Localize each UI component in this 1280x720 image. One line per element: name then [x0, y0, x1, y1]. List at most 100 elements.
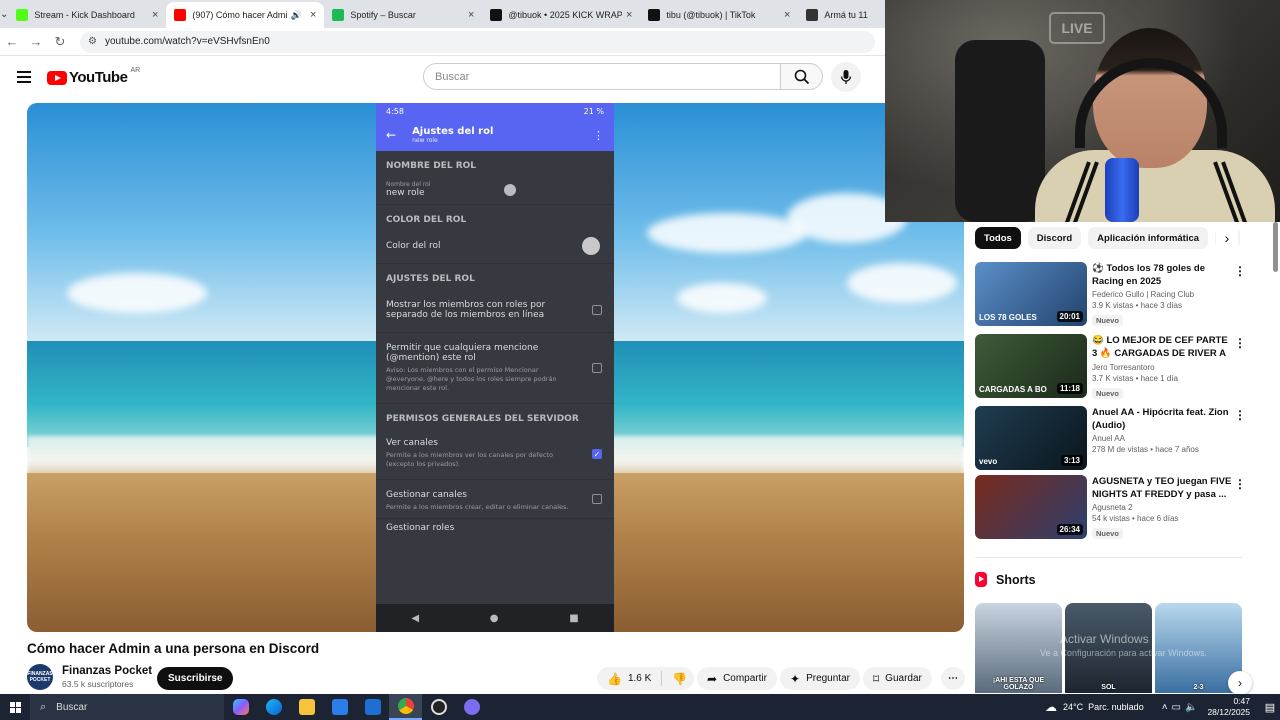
close-tab-icon[interactable]: ×: [152, 9, 158, 21]
channel-name[interactable]: Anuel AA: [1092, 434, 1232, 443]
voice-search-button[interactable]: [831, 62, 861, 92]
share-button[interactable]: ➦ Compartir: [697, 667, 777, 690]
recommended-video[interactable]: vevo 3:13 Anuel AA - Hipócrita feat. Zion …: [975, 406, 1246, 470]
live-sign: LIVE: [1049, 12, 1105, 44]
ask-button[interactable]: ✦ Preguntar: [780, 667, 860, 690]
more-options-icon[interactable]: ⋮: [1234, 408, 1246, 422]
like-icon[interactable]: 👍: [607, 672, 622, 686]
video-title[interactable]: AGUSNETA y TEO juegan FIVE NIGHTS AT FRE…: [1092, 475, 1232, 501]
back-icon[interactable]: ←: [0, 34, 24, 49]
phone-screen: 4:58 21 % ← Ajustes del rol new role ⋮ N…: [376, 103, 614, 632]
chevron-up-icon[interactable]: ˄: [1162, 702, 1168, 713]
video-duration: 11:18: [1056, 383, 1083, 394]
video-title[interactable]: ⚽ Todos los 78 goles de Racing en 2025: [1092, 262, 1232, 288]
recommended-video[interactable]: 26:34 AGUSNETA y TEO juegan FIVE NIGHTS A…: [975, 475, 1246, 539]
phone-nav-bar: ◀ ● ■: [376, 604, 614, 632]
video-title[interactable]: Anuel AA - Hipócrita feat. Zion (Audio): [1092, 406, 1232, 432]
filter-chip[interactable]: Discord: [1027, 227, 1082, 249]
browser-tab[interactable]: Stream - Kick Dashboard ×: [8, 2, 166, 28]
browser-tab[interactable]: (907) Cómo hacer Admin a🔊×: [166, 2, 325, 28]
like-dislike-group: 👍 1.6 K 👎: [597, 667, 694, 690]
short-caption: 2-3: [1193, 684, 1204, 691]
address-bar: ← → ↻ ⚙ youtube.com/watch?v=eVSHvfsnEn0: [0, 28, 885, 56]
video-stats: 3.7 K vistas • hace 1 día: [1092, 374, 1178, 383]
short-caption: SOL: [1101, 684, 1116, 691]
forward-icon[interactable]: →: [24, 34, 48, 49]
role-name-row: Nombre del rol new role: [376, 175, 614, 205]
channel-name[interactable]: Finanzas Pocket: [62, 665, 152, 677]
search-input[interactable]: Buscar: [423, 63, 781, 90]
search-button[interactable]: [781, 63, 823, 90]
soccer-ball-icon: [806, 9, 819, 21]
shorts-next-button[interactable]: ›: [1228, 671, 1252, 695]
chevron-right-icon[interactable]: ›: [1216, 227, 1238, 249]
taskbar-search[interactable]: ⌕ Buscar: [30, 694, 224, 720]
save-button[interactable]: ⌑ Guardar: [863, 667, 932, 690]
video-title[interactable]: 😂 LO MEJOR DE CEF PARTE 3 🔥 CARGADAS DE …: [1092, 334, 1232, 361]
url-field[interactable]: ⚙ youtube.com/watch?v=eVSHvfsnEn0: [80, 30, 875, 53]
taskbar-app-mail[interactable]: [356, 694, 389, 720]
bookmark-icon: ⌑: [873, 671, 880, 686]
channel-name[interactable]: Agusneta 2: [1092, 503, 1232, 512]
close-tab-icon[interactable]: ×: [468, 9, 474, 21]
channel-avatar[interactable]: FINANZAS POCKET: [27, 664, 53, 690]
video-thumbnail[interactable]: CARGADAS A BO 11:18: [975, 334, 1087, 398]
taskbar-app-store[interactable]: [323, 694, 356, 720]
browser-tab[interactable]: @tibuok • 2025 KICK WRAPPED×: [482, 2, 640, 28]
youtube-logo[interactable]: YouTube AR: [47, 67, 140, 86]
volume-icon[interactable]: 🔈: [1185, 702, 1197, 713]
taskbar-app-explorer[interactable]: [290, 694, 323, 720]
taskbar-app-discord[interactable]: [455, 694, 488, 720]
close-tab-icon[interactable]: ×: [626, 9, 632, 21]
start-button[interactable]: [0, 694, 30, 720]
close-tab-icon[interactable]: ×: [310, 9, 316, 21]
more-options-icon[interactable]: ⋮: [1234, 264, 1246, 278]
weather-icon[interactable]: ☁: [1045, 700, 1057, 714]
tab-search-icon[interactable]: ⌄: [0, 0, 8, 28]
video-thumbnail[interactable]: vevo 3:13: [975, 406, 1087, 470]
channel-name[interactable]: Federico Gullo | Racing Club: [1092, 290, 1232, 299]
notifications-icon[interactable]: ▤: [1260, 701, 1280, 714]
recommended-video[interactable]: CARGADAS A BO 11:18 😂 LO MEJOR DE CEF PART…: [975, 334, 1246, 399]
channel-info[interactable]: FINANZAS POCKET Finanzas Pocket 63.5 k s…: [27, 664, 152, 690]
more-actions-button[interactable]: ⋯: [941, 667, 965, 690]
color-swatch: [582, 237, 600, 255]
browser-tab[interactable]: tibu (@tibuok) | TikTok ×: [640, 2, 798, 28]
reload-icon[interactable]: ↻: [48, 34, 72, 50]
filter-chip[interactable]: Aplicación informática: [1088, 227, 1209, 249]
recommended-video[interactable]: LOS 78 GOLES 20:01 ⚽ Todos los 78 goles de…: [975, 262, 1246, 326]
nav-back-icon: ◀: [411, 612, 420, 624]
video-player[interactable]: 4:58 21 % ← Ajustes del rol new role ⋮ N…: [27, 103, 964, 632]
gaming-chair: [955, 40, 1045, 222]
close-tab-icon[interactable]: ×: [784, 9, 790, 21]
taskbar-app-edge[interactable]: [257, 694, 290, 720]
dislike-icon[interactable]: 👎: [672, 672, 687, 686]
more-options-icon[interactable]: ⋮: [1234, 336, 1246, 350]
nav-home-icon: ●: [489, 612, 499, 624]
network-icon[interactable]: ▭: [1172, 702, 1181, 713]
kick-icon: [16, 9, 29, 21]
scrollbar[interactable]: [1272, 222, 1280, 694]
clock[interactable]: 0:47 28/12/2025: [1207, 696, 1250, 718]
like-count[interactable]: 1.6 K: [628, 673, 651, 684]
subscribe-button[interactable]: Suscribirse: [157, 667, 234, 690]
sparkle-icon: ✦: [790, 671, 801, 686]
filter-chip[interactable]: Todos: [975, 227, 1021, 249]
role-color-row: Color del rol: [376, 229, 614, 264]
taskbar-app-obs[interactable]: [422, 694, 455, 720]
taskbar-app-chrome[interactable]: [389, 694, 422, 720]
channel-name[interactable]: Jero Torresantoro: [1092, 363, 1232, 372]
shorts-header: Shorts: [975, 572, 1036, 587]
site-info-icon[interactable]: ⚙: [88, 36, 97, 47]
phone-status-bar: 4:58 21 %: [376, 103, 614, 119]
browser-tab[interactable]: Spotify – Buscar ×: [324, 2, 482, 28]
speaker-icon[interactable]: 🔊: [291, 10, 302, 21]
share-icon: ➦: [707, 671, 718, 686]
menu-icon[interactable]: [17, 71, 31, 83]
more-options-icon[interactable]: ⋮: [1234, 477, 1246, 491]
checkbox: [592, 494, 602, 504]
taskbar-app-copilot[interactable]: [224, 694, 257, 720]
setting-row: Mostrar los miembros con roles por separ…: [376, 288, 614, 333]
video-thumbnail[interactable]: 26:34: [975, 475, 1087, 539]
video-thumbnail[interactable]: LOS 78 GOLES 20:01: [975, 262, 1087, 326]
